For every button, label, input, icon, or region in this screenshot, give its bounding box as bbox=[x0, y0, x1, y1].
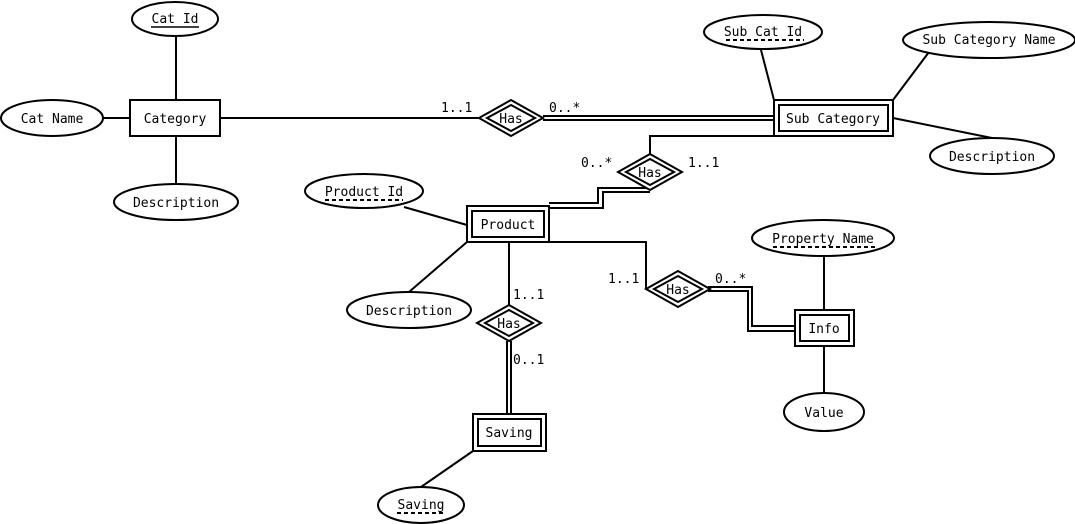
attribute-product-description[interactable]: Description bbox=[346, 291, 472, 329]
attribute-label: Description bbox=[133, 196, 219, 211]
attribute-label: Sub Category Name bbox=[922, 33, 1055, 48]
cardinality-label: 0..* bbox=[715, 272, 746, 287]
er-diagram: Category Sub Category Product Info Savin… bbox=[0, 1, 1075, 524]
entity-sub-category[interactable]: Sub Category bbox=[773, 99, 894, 137]
line-product-description bbox=[408, 241, 468, 293]
entity-label: Category bbox=[144, 112, 207, 127]
attribute-label: Description bbox=[949, 150, 1035, 165]
entity-label: Product bbox=[481, 218, 536, 233]
attribute-cat-id[interactable]: Cat Id bbox=[131, 1, 219, 37]
relationship-label: Has bbox=[499, 112, 522, 127]
attribute-cat-name[interactable]: Cat Name bbox=[0, 99, 104, 137]
cardinality-label: 0..1 bbox=[513, 353, 544, 368]
line-has-info-a bbox=[708, 286, 795, 327]
line-subcat-description bbox=[892, 117, 993, 139]
entity-label: Saving bbox=[486, 426, 533, 441]
relationship-product-saving[interactable]: Has bbox=[474, 303, 544, 343]
line-product-id bbox=[403, 206, 468, 226]
attribute-label: Sub Cat Id bbox=[724, 25, 802, 40]
cardinality-label: 0..* bbox=[581, 156, 612, 171]
relationship-label: Has bbox=[638, 166, 661, 181]
line-has-product-b bbox=[549, 191, 650, 209]
attribute-label: Cat Name bbox=[21, 112, 84, 127]
line-saving-attr bbox=[420, 450, 474, 488]
attribute-label: Product Id bbox=[325, 185, 403, 200]
entity-saving[interactable]: Saving bbox=[472, 413, 547, 452]
attribute-category-description[interactable]: Description bbox=[113, 183, 239, 221]
attribute-label: Cat Id bbox=[152, 12, 199, 27]
relationship-category-subcategory[interactable]: Has bbox=[476, 98, 546, 138]
entity-product[interactable]: Product bbox=[466, 205, 550, 243]
attribute-sub-category-description[interactable]: Description bbox=[929, 137, 1055, 175]
attribute-label: Property Name bbox=[772, 232, 874, 247]
line-has-product-a bbox=[549, 187, 650, 204]
relationship-product-info[interactable]: Has bbox=[643, 269, 713, 309]
cardinality-label: 1..1 bbox=[608, 272, 639, 287]
attribute-property-name[interactable]: Property Name bbox=[751, 219, 895, 257]
relationship-label: Has bbox=[666, 283, 689, 298]
line-subcat-has bbox=[649, 135, 774, 155]
entity-label: Sub Category bbox=[786, 112, 880, 127]
attribute-saving[interactable]: Saving bbox=[377, 486, 465, 524]
entity-category[interactable]: Category bbox=[129, 99, 221, 137]
line-subcat-id bbox=[760, 49, 775, 101]
cardinality-label: 1..1 bbox=[513, 288, 544, 303]
attribute-sub-cat-id[interactable]: Sub Cat Id bbox=[703, 14, 823, 50]
attribute-label: Description bbox=[366, 304, 452, 319]
entity-info[interactable]: Info bbox=[794, 309, 855, 347]
cardinality-label: 1..1 bbox=[441, 101, 472, 116]
relationship-label: Has bbox=[497, 317, 520, 332]
attribute-label: Saving bbox=[398, 498, 445, 513]
relationship-subcategory-product[interactable]: Has bbox=[615, 152, 685, 192]
entity-label: Info bbox=[808, 322, 839, 337]
cardinality-label: 0..* bbox=[549, 101, 580, 116]
attribute-label: Value bbox=[804, 406, 843, 421]
attribute-product-id[interactable]: Product Id bbox=[304, 173, 424, 209]
cardinality-label: 1..1 bbox=[688, 156, 719, 171]
attribute-sub-category-name[interactable]: Sub Category Name bbox=[902, 21, 1075, 59]
attribute-value[interactable]: Value bbox=[783, 392, 865, 432]
line-subcat-name bbox=[892, 51, 930, 101]
